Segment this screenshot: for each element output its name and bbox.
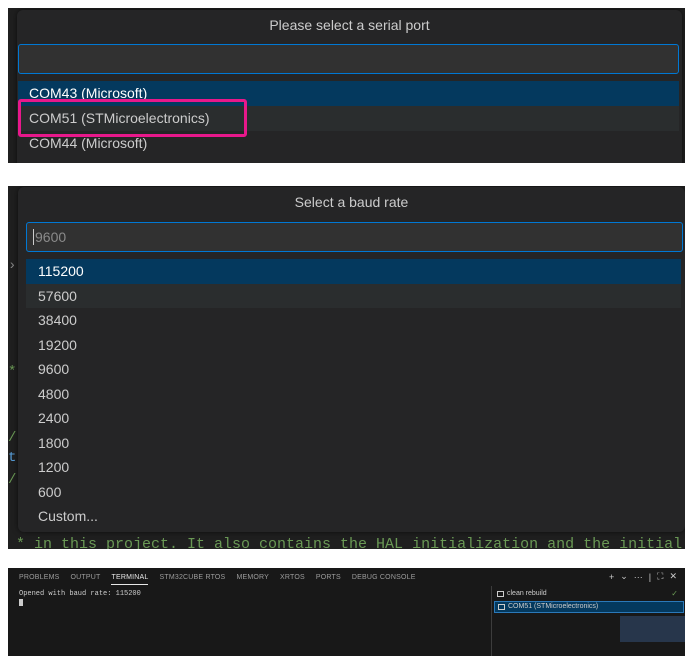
terminal-cursor	[19, 599, 23, 606]
chevron-down-icon[interactable]: ⌄	[620, 571, 628, 582]
more-actions-icon[interactable]: ···	[634, 572, 643, 582]
serial-port-search-input[interactable]	[18, 44, 679, 74]
add-terminal-icon[interactable]: +	[609, 572, 614, 582]
serial-port-title: Please select a serial port	[269, 17, 430, 33]
gutter-mark: *	[8, 364, 17, 380]
panel-actions: + ⌄ ··· | ⛶ ✕	[609, 571, 677, 582]
baud-rate-quick-pick: Select a baud rate 9600 115200 57600 384…	[18, 187, 685, 532]
terminal-panel: PROBLEMS OUTPUT TERMINAL STM32CUBE RTOS …	[8, 568, 685, 656]
serial-port-panel: Please select a serial port COM43 (Micro…	[8, 8, 685, 163]
tab-stm32cube-rtos[interactable]: STM32CUBE RTOS	[159, 568, 225, 588]
terminal-list: clean rebuild ✓ COM51 (STMicroelectronic…	[491, 586, 685, 656]
tab-xrtos[interactable]: XRTOS	[280, 568, 305, 588]
serial-port-quick-pick: Please select a serial port COM43 (Micro…	[17, 10, 682, 163]
tab-memory[interactable]: MEMORY	[236, 568, 269, 588]
check-icon: ✓	[671, 589, 678, 598]
close-icon[interactable]: ✕	[669, 571, 677, 582]
baud-rate-input[interactable]: 9600	[26, 222, 683, 252]
terminal-item-label: COM51 (STMicroelectronics)	[508, 603, 599, 610]
baud-rate-item[interactable]: 38400	[26, 308, 681, 333]
background-decoration	[620, 616, 685, 642]
tab-problems[interactable]: PROBLEMS	[19, 568, 60, 588]
baud-rate-item[interactable]: 115200	[26, 259, 681, 284]
tab-terminal[interactable]: TERMINAL	[111, 568, 149, 588]
terminal-item-clean-rebuild[interactable]: clean rebuild ✓	[494, 588, 684, 600]
tab-ports[interactable]: PORTS	[316, 568, 341, 588]
panel-tabs: PROBLEMS OUTPUT TERMINAL STM32CUBE RTOS …	[8, 568, 416, 588]
maximize-icon[interactable]: ⛶	[657, 571, 663, 582]
gutter-mark: t	[8, 450, 17, 466]
baud-rate-item[interactable]: 2400	[26, 406, 681, 431]
gutter-chevron: ›	[8, 258, 17, 274]
baud-rate-item[interactable]: 1200	[26, 455, 681, 480]
annotation-highlight-box	[18, 99, 247, 137]
baud-rate-placeholder: 9600	[35, 229, 67, 245]
editor-code-line: * in this project. It also contains the …	[16, 536, 683, 549]
divider-icon: |	[648, 571, 652, 582]
baud-rate-item[interactable]: 57600	[26, 283, 681, 308]
baud-rate-item[interactable]: 1800	[26, 431, 681, 456]
text-caret	[33, 229, 34, 245]
baud-rate-item-custom[interactable]: Custom...	[26, 504, 681, 529]
terminal-output-line: Opened with baud rate: 115200	[19, 590, 141, 598]
terminal-item-label: clean rebuild	[507, 590, 547, 597]
tab-output[interactable]: OUTPUT	[71, 568, 101, 588]
gutter-mark: /	[8, 472, 17, 488]
baud-rate-item[interactable]: 4800	[26, 382, 681, 407]
tab-debug-console[interactable]: DEBUG CONSOLE	[352, 568, 416, 588]
terminal-icon	[498, 604, 505, 610]
baud-rate-panel: › * / t / * in this project. It also con…	[8, 186, 685, 549]
gutter-mark: /	[8, 430, 17, 446]
baud-rate-item[interactable]: 19200	[26, 333, 681, 358]
terminal-icon	[497, 591, 504, 597]
baud-rate-item[interactable]: 600	[26, 480, 681, 505]
baud-rate-title: Select a baud rate	[294, 194, 409, 210]
terminal-item-com51[interactable]: COM51 (STMicroelectronics)	[494, 601, 684, 613]
baud-rate-item[interactable]: 9600	[26, 357, 681, 382]
